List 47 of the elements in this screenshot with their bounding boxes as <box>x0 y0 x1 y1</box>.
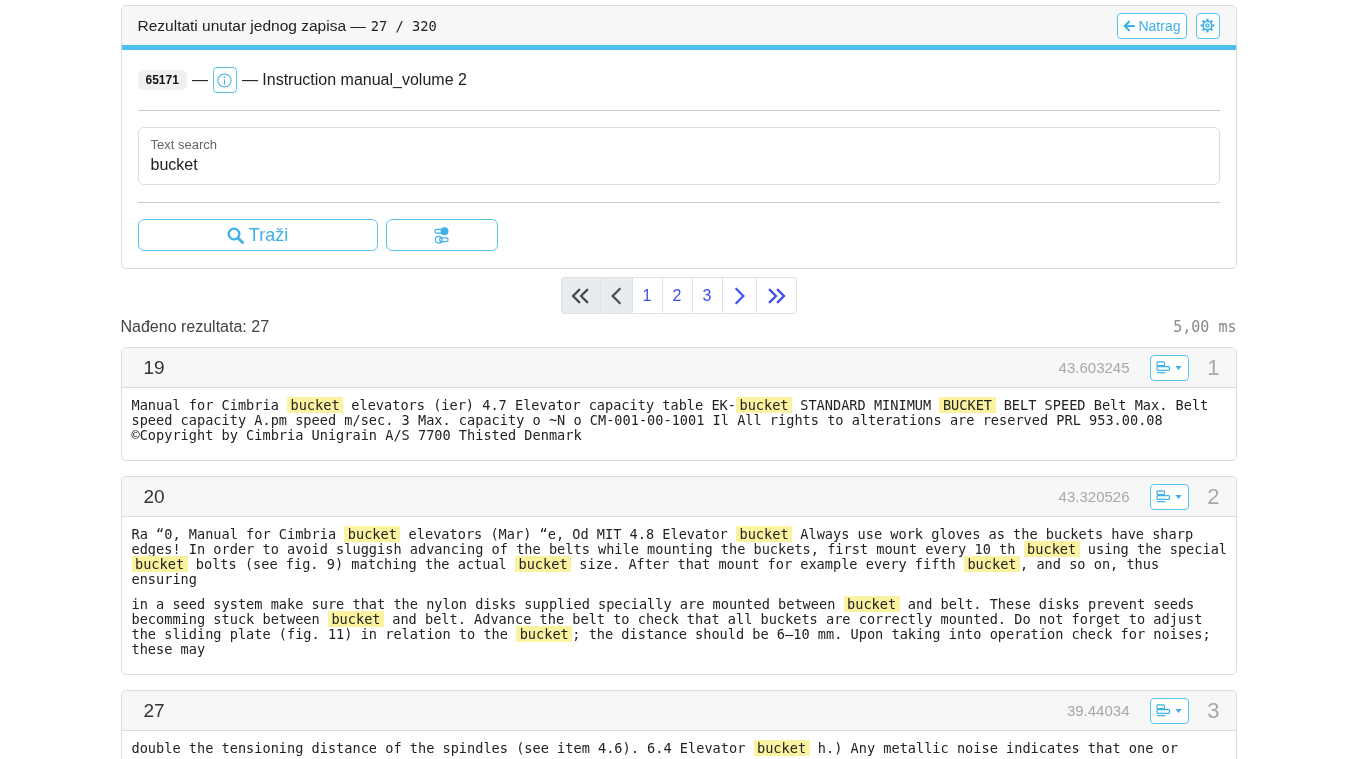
result-number: 19 <box>143 356 166 379</box>
last-page-button[interactable] <box>755 277 797 314</box>
toggles-icon <box>434 226 449 244</box>
view-options-dropdown[interactable] <box>1149 483 1189 510</box>
result-text: in a seed system make sure that the nylon disks supplied specially are mounted between bucket and belt. These disks prevent seeds becomming stuck between bucket and belt. Advance the belt to check that all buckets are correctly mounted. Do not forget to adjust the sliding plate (fig. 11) in relation to the bucket ; the distance should be 6–10 mm. Upon taking into operation check for noises; these may <box>131 597 1212 657</box>
page-button[interactable]: 1 <box>631 277 663 314</box>
arrow-left-icon <box>1123 19 1136 32</box>
record-title: — Instruction manual_volume 2 <box>241 71 467 89</box>
results-count: Nađeno rezultata: 27 <box>120 318 270 336</box>
query-time: 5,00 ms <box>1173 318 1237 336</box>
result-score: 43.603245 <box>1058 359 1130 376</box>
result-score: 39.44034 <box>1066 702 1130 719</box>
result-score: 43.320526 <box>1058 488 1130 505</box>
chevron-left-icon <box>610 286 622 305</box>
stacked-bars-icon <box>1156 704 1171 717</box>
search-icon <box>226 226 244 244</box>
page-button[interactable]: 2 <box>661 277 693 314</box>
record-counter: 27 / 320 <box>370 17 437 34</box>
settings-icon <box>1200 18 1215 33</box>
view-options-dropdown[interactable] <box>1149 354 1189 381</box>
page-button[interactable]: 3 <box>691 277 723 314</box>
info-button[interactable] <box>212 67 237 93</box>
record-id-badge: 65171 <box>137 70 187 90</box>
field-label: Text search <box>150 137 217 153</box>
next-page-button[interactable] <box>721 277 757 314</box>
settings-button[interactable] <box>1195 12 1220 39</box>
result-rank: 2 <box>1206 483 1220 510</box>
panel-title: Rezultati unutar jednog zapisa — <box>137 16 366 35</box>
separator-dash: — <box>191 71 208 89</box>
caret-icon <box>1175 708 1182 713</box>
double-chevron-left-icon <box>571 287 590 304</box>
result-number: 27 <box>143 699 166 722</box>
result-rank: 3 <box>1206 697 1220 724</box>
info-icon <box>217 72 233 88</box>
result-text: Manual for Cimbria bucket elevators (ier) 4.7 Elevator capacity table EK- bucket STANDARD MINIMUM BUCKET BELT SPEED Belt Max. Belt speed capacity A.pm speed m/sec. 3 Max. capacity o ~N o CM-001-00-1001 Il All rights to alterations are reserved PRL 953.00.08 ©Copyright by Cimbria Unigrain A/S 7700 Thisted Denmark <box>131 398 1210 443</box>
caret-icon <box>1175 494 1182 499</box>
caret-icon <box>1175 365 1182 370</box>
result-text: double the tensioning distance of the spindles (see item 4.6). 6.4 Elevator bucket h.) Any metallic noise indicates that one or <box>131 741 1179 756</box>
view-options-dropdown[interactable] <box>1149 697 1189 724</box>
result-rank: 1 <box>1206 354 1220 381</box>
result-number: 20 <box>143 485 166 508</box>
double-chevron-right-icon <box>766 287 786 304</box>
chevron-right-icon <box>733 286 745 305</box>
stacked-bars-icon <box>1156 490 1171 503</box>
filter-toggle-button[interactable] <box>385 219 498 251</box>
result-text: Ra “0, Manual for Cimbria bucket elevators (Mar) “e, Od MIT 4.8 Elevator bucket Always use work gloves as the buckets have sharp edges! In order to avoid sluggish advancing of the belts while mounting the buckets, first mount every 10 th bucket using the special bucket bolts (see fig. 9) matching the actual bucket size. After that mount for example every fifth bucket , and so on, thus ensuring <box>131 527 1228 587</box>
stacked-bars-icon <box>1156 361 1171 374</box>
